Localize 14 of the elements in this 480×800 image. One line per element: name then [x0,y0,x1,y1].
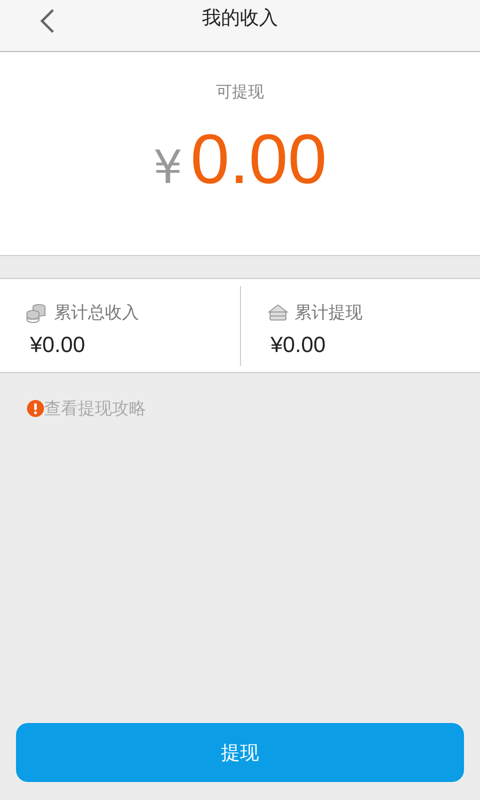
withdraw-button[interactable]: 提现 [16,723,464,782]
balance-label: 可提现 [216,82,264,103]
guide-link[interactable]: 查看提现攻略 [44,397,146,420]
stat-value: ¥0.00 [270,332,327,358]
stat-value: ¥0.00 [29,332,86,358]
warning-icon [27,400,44,417]
stack-icon [266,302,288,322]
coins-icon [26,302,48,322]
stat-label: 累计总收入 [54,302,139,324]
currency-sign: ¥ [153,140,183,194]
page-title: 我的收入 [202,6,278,30]
balance-amount: 0.00 [190,119,327,199]
back-icon [39,8,55,34]
stat-label: 累计提现 [294,302,362,324]
